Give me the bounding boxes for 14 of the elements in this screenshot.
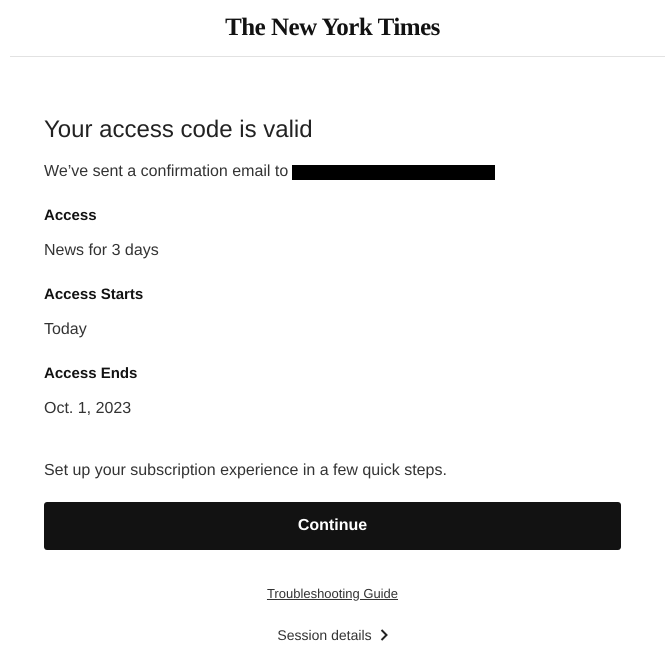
page-title: Your access code is valid: [44, 115, 314, 145]
detail-value: Today: [44, 320, 88, 340]
detail-label: Access: [44, 206, 98, 226]
detail-value: News for 3 days: [44, 241, 160, 261]
newspaper-logo: The New York Times: [225, 14, 440, 42]
continue-button[interactable]: Continue: [44, 502, 621, 550]
session-details-button[interactable]: Session details: [277, 627, 388, 643]
detail-value: Oct. 1, 2023: [44, 399, 132, 419]
troubleshooting-link[interactable]: Troubleshooting Guide: [266, 586, 398, 602]
detail-label: Access Starts: [44, 285, 144, 305]
detail-label: Access Ends: [44, 364, 138, 384]
chevron-right-icon: [380, 629, 388, 641]
setup-prompt: Set up your subscription experience in a few quick steps.: [44, 461, 448, 481]
confirmation-text: We’ve sent a confirmation email to: [44, 162, 288, 182]
